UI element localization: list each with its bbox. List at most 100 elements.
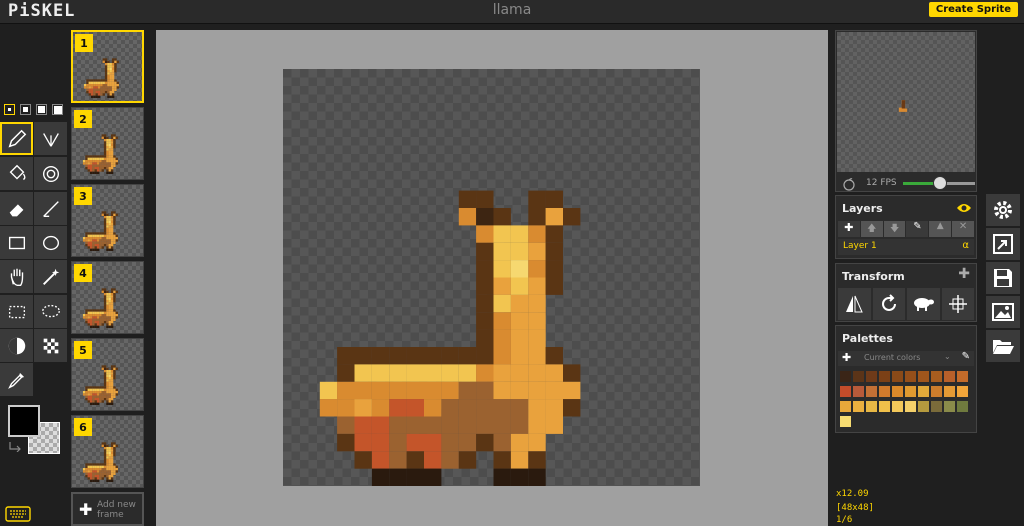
frame-llama-image	[82, 211, 118, 251]
layer-name: Layer 1	[843, 241, 877, 251]
magic-wand-icon	[42, 268, 59, 285]
merge-layer-button[interactable]: ▲	[929, 221, 952, 237]
palette-color-swatch[interactable]	[853, 401, 864, 412]
pen-tool[interactable]	[0, 122, 33, 155]
rectangle-tool[interactable]	[0, 226, 33, 259]
onion-skin-icon[interactable]	[842, 177, 856, 191]
palette-color-swatch[interactable]	[866, 371, 877, 382]
paint-bucket-tool[interactable]	[0, 157, 33, 190]
palette-color-swatch[interactable]	[931, 371, 942, 382]
palette-color-swatch[interactable]	[931, 386, 942, 397]
frame-llama-image	[82, 288, 118, 328]
palette-color-swatch[interactable]	[879, 386, 890, 397]
palette-color-swatch[interactable]	[866, 386, 877, 397]
palette-color-swatch[interactable]	[957, 371, 968, 382]
edit-palette-button[interactable]: ✎	[962, 351, 970, 362]
eraser-tool[interactable]	[0, 192, 33, 225]
open-button[interactable]	[986, 330, 1020, 362]
layer-alpha-icon[interactable]: α	[962, 240, 969, 251]
layer-row[interactable]: Layer 1 α	[838, 239, 974, 255]
resize-button[interactable]	[986, 228, 1020, 260]
palette-dropdown-icon[interactable]: ⌄	[944, 352, 951, 361]
animation-preview[interactable]	[837, 32, 975, 172]
palette-color-swatch[interactable]	[840, 371, 851, 382]
palette-color-swatch[interactable]	[879, 371, 890, 382]
palette-color-swatch[interactable]	[905, 386, 916, 397]
add-palette-button[interactable]: ✚	[842, 351, 851, 364]
dithering-tool[interactable]	[34, 329, 67, 362]
pen-size-4-option[interactable]	[52, 104, 63, 115]
frame-thumbnail[interactable]: 1	[71, 30, 144, 103]
clone-button[interactable]	[907, 288, 940, 320]
swap-colors-icon[interactable]	[8, 440, 22, 452]
palette-color-swatch[interactable]	[918, 401, 929, 412]
vertical-mirror-pen-tool[interactable]	[34, 122, 67, 155]
shape-selection-tool[interactable]	[34, 260, 67, 293]
pen-size-3-option[interactable]	[36, 104, 47, 115]
palette-color-swatch[interactable]	[866, 401, 877, 412]
palette-color-swatch[interactable]	[840, 401, 851, 412]
palette-color-swatch[interactable]	[853, 371, 864, 382]
flip-button[interactable]	[838, 288, 871, 320]
lighten-tool[interactable]	[0, 329, 33, 362]
pencil-icon	[8, 129, 26, 147]
palette-color-swatch[interactable]	[931, 401, 942, 412]
image-icon	[992, 303, 1014, 321]
palette-color-swatch[interactable]	[853, 386, 864, 397]
frame-thumbnail[interactable]: 5	[71, 338, 144, 411]
transform-plus-icon[interactable]: ✚	[958, 266, 970, 282]
gear-icon	[994, 201, 1012, 219]
primary-color-swatch[interactable]	[8, 405, 40, 437]
move-layer-down-button[interactable]: 🡇	[883, 221, 906, 237]
frame-thumbnail[interactable]: 6	[71, 415, 144, 488]
rename-layer-button[interactable]: ✎	[906, 221, 929, 237]
palette-color-swatch[interactable]	[957, 386, 968, 397]
sprite-size: [48x48]	[836, 503, 874, 513]
delete-layer-button[interactable]: ✕	[952, 221, 974, 237]
stroke-tool[interactable]	[34, 192, 67, 225]
keyboard-shortcuts-icon[interactable]	[5, 506, 31, 522]
move-layer-up-button[interactable]: 🡅	[860, 221, 883, 237]
magic-bucket-icon	[42, 165, 59, 182]
paint-all-same-color-tool[interactable]	[34, 157, 67, 190]
rotate-button[interactable]	[872, 288, 905, 320]
settings-button[interactable]	[986, 194, 1020, 226]
palette-color-swatch[interactable]	[840, 386, 851, 397]
ellipse-tool[interactable]	[34, 226, 67, 259]
document-title[interactable]: llama	[0, 2, 1024, 18]
drawing-canvas[interactable]	[283, 69, 700, 486]
palette-color-swatch[interactable]	[879, 401, 890, 412]
frame-thumbnail[interactable]: 4	[71, 261, 144, 334]
palette-color-swatch[interactable]	[918, 386, 929, 397]
palette-color-swatch[interactable]	[944, 371, 955, 382]
lasso-icon	[41, 304, 60, 317]
lasso-selection-tool[interactable]	[34, 295, 67, 328]
move-tool[interactable]	[0, 260, 33, 293]
palette-color-swatch[interactable]	[905, 371, 916, 382]
palette-color-swatch[interactable]	[944, 401, 955, 412]
add-layer-button[interactable]: ✚	[838, 221, 860, 237]
eye-icon[interactable]	[956, 202, 972, 214]
palette-select[interactable]: Current colors	[864, 353, 920, 362]
palette-color-swatch[interactable]	[918, 371, 929, 382]
add-frame-button[interactable]: ✚ Add new frame	[71, 492, 144, 526]
pen-size-2-option[interactable]	[20, 104, 31, 115]
palette-color-swatch[interactable]	[905, 401, 916, 412]
pen-size-1-option[interactable]	[4, 104, 15, 115]
palette-color-swatch[interactable]	[892, 401, 903, 412]
color-picker-tool[interactable]	[0, 363, 33, 396]
palette-color-swatch[interactable]	[892, 371, 903, 382]
zoom-level: x12.09	[836, 489, 869, 499]
center-button[interactable]	[941, 288, 974, 320]
palette-color-swatch[interactable]	[892, 386, 903, 397]
create-sprite-button[interactable]: Create Sprite	[928, 2, 1018, 17]
frame-thumbnail[interactable]: 3	[71, 184, 144, 257]
export-button[interactable]	[986, 296, 1020, 328]
save-button[interactable]	[986, 262, 1020, 294]
frame-thumbnail[interactable]: 2	[71, 107, 144, 180]
fps-slider-thumb[interactable]	[933, 176, 947, 190]
palette-color-swatch[interactable]	[840, 416, 851, 427]
palette-color-swatch[interactable]	[944, 386, 955, 397]
rectangle-selection-tool[interactable]	[0, 295, 33, 328]
palette-color-swatch[interactable]	[957, 401, 968, 412]
